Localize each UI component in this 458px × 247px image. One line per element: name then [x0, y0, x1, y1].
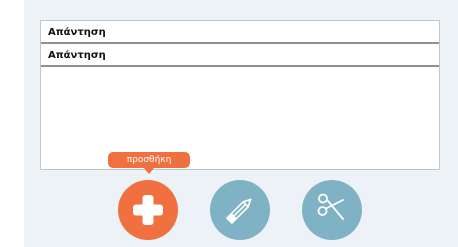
answer-item[interactable]: Απάντηση	[41, 21, 439, 44]
edit-button[interactable]	[210, 180, 270, 240]
add-tooltip: προσθήκη	[108, 152, 190, 168]
answer-label: Απάντηση	[48, 27, 106, 38]
cut-button[interactable]	[302, 180, 362, 240]
answer-item[interactable]: Απάντηση	[41, 44, 439, 67]
add-tooltip-label: προσθήκη	[126, 155, 172, 165]
pencil-icon	[226, 198, 252, 224]
scissors-icon	[317, 193, 344, 220]
answer-list: Απάντηση Απάντηση	[40, 20, 440, 170]
tooltip-arrow	[143, 167, 155, 174]
add-button[interactable]	[118, 180, 178, 240]
plus-icon	[133, 195, 163, 225]
answer-label: Απάντηση	[48, 50, 106, 61]
